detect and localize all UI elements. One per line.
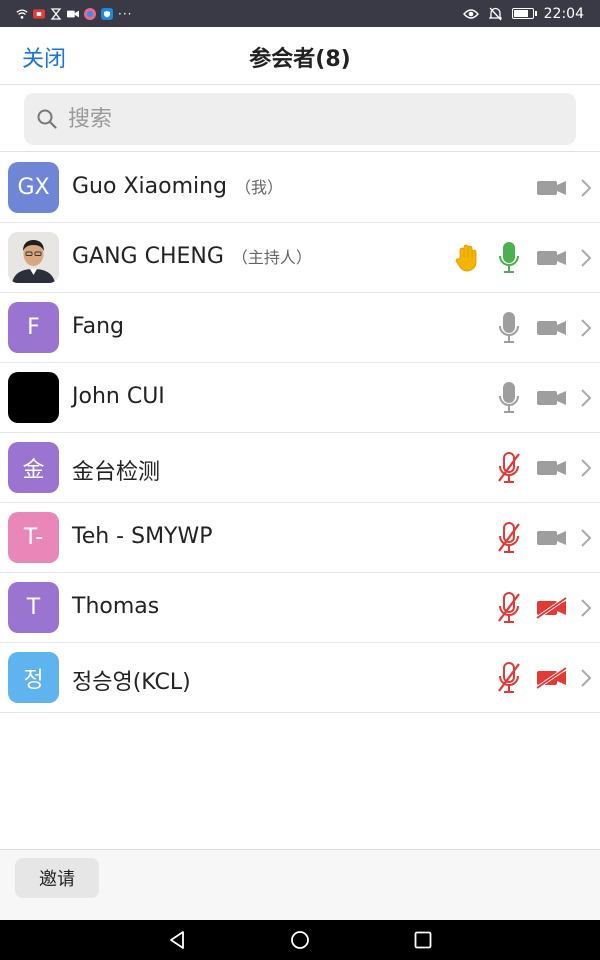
participant-list: GX Guo Xiaoming （我） GANG CHENG （主持人） F Fang Joh… [0,153,600,713]
video-camera-icon [534,387,570,409]
mute-bell-icon [488,7,502,20]
participant-name: Thomas [72,594,159,619]
participant-role-tag: （主持人） [231,248,312,267]
participant-status-icons [492,643,594,713]
status-time: 22:04 [543,5,584,22]
status-left-icons: ··· [16,5,132,22]
chevron-right-icon[interactable] [578,318,594,338]
navigation-bar [0,920,600,960]
avatar [8,372,59,423]
video-off-icon [534,597,570,619]
page-title: 参会者(8) [249,47,351,72]
participant-name-text: GANG CHENG [72,244,224,269]
search-section [0,86,600,152]
header: 关闭 参会者(8) [0,27,600,85]
avatar: GX [8,162,59,213]
participant-name: Fang [72,314,124,339]
avatar: F [8,302,59,353]
participant-row[interactable]: T- Teh - SMYWP [0,503,600,573]
participant-status-icons [492,293,594,363]
participant-status-icons [492,503,594,573]
mic-muted-icon [492,452,526,484]
participant-status-icons [492,363,594,433]
eye-icon [462,8,479,19]
home-icon[interactable] [290,930,310,950]
participant-status-icons [450,223,594,293]
avatar: 정 [8,652,59,703]
mic-muted-icon [492,662,526,694]
chevron-right-icon[interactable] [578,668,594,688]
participant-row[interactable]: 정 정승영(KCL) [0,643,600,713]
status-bar: ··· 22:04 [0,0,600,27]
video-off-icon [534,667,570,689]
participant-row[interactable]: GANG CHENG （主持人） [0,223,600,293]
raised-hand-icon [450,244,484,272]
app-icon [84,7,96,20]
participant-name: John CUI [72,384,165,409]
shield-icon [101,7,113,20]
video-camera-icon [534,177,570,199]
avatar: 金 [8,442,59,493]
participant-row[interactable]: John CUI [0,363,600,433]
participant-name: GANG CHENG （主持人） [72,244,312,269]
participant-name-text: Teh - SMYWP [72,524,213,549]
participant-name-text: Thomas [72,594,160,619]
chevron-right-icon[interactable] [578,248,594,268]
participant-row[interactable]: 金金台检测 [0,433,600,503]
battery-level [513,10,529,17]
search-input[interactable] [68,101,558,137]
participant-status-icons [492,573,594,643]
participant-name-text: 金台检测 [72,460,161,485]
participant-row[interactable]: T Thomas [0,573,600,643]
microphone-icon [492,312,526,344]
notification-icon [33,8,45,19]
video-camera-icon [534,247,570,269]
avatar: T [8,582,59,633]
more-status-icon: ··· [118,6,133,21]
mic-muted-icon [492,592,526,624]
microphone-icon [492,242,526,274]
participant-status-icons [492,433,594,503]
participant-name-text: Guo Xiaoming [72,174,228,199]
video-camera-icon [534,527,570,549]
avatar: T- [8,512,59,563]
search-icon [37,109,57,129]
recent-apps-icon[interactable] [413,930,433,950]
back-icon[interactable] [168,930,188,950]
video-camera-icon [534,317,570,339]
participant-name: Guo Xiaoming （我） [72,174,283,199]
search-box[interactable] [24,93,576,145]
chevron-right-icon[interactable] [578,458,594,478]
participant-name-text: Fang [72,314,125,339]
chevron-right-icon[interactable] [578,178,594,198]
participant-role-tag: （我） [235,178,284,197]
hourglass-icon [50,7,62,20]
video-call-icon [67,10,79,17]
battery-icon [511,8,537,19]
participant-row[interactable]: F Fang [0,293,600,363]
participant-status-icons [534,153,594,223]
avatar [8,232,59,283]
mic-muted-icon [492,522,526,554]
microphone-icon [492,382,526,414]
participant-name-text: 정승영(KCL) [72,670,191,695]
participant-name: 정승영(KCL) [72,664,191,696]
chevron-right-icon[interactable] [578,528,594,548]
status-right-icons: 22:04 [462,5,584,22]
chevron-right-icon[interactable] [578,598,594,618]
participant-name: Teh - SMYWP [72,524,213,549]
participant-row[interactable]: GX Guo Xiaoming （我） [0,153,600,223]
wifi-icon [16,9,28,19]
participant-name-text: John CUI [72,384,165,409]
invite-button[interactable]: 邀请 [15,858,99,898]
video-camera-icon [534,457,570,479]
participant-name: 金台检测 [72,454,160,486]
chevron-right-icon[interactable] [578,388,594,408]
footer: 邀请 [0,849,600,920]
